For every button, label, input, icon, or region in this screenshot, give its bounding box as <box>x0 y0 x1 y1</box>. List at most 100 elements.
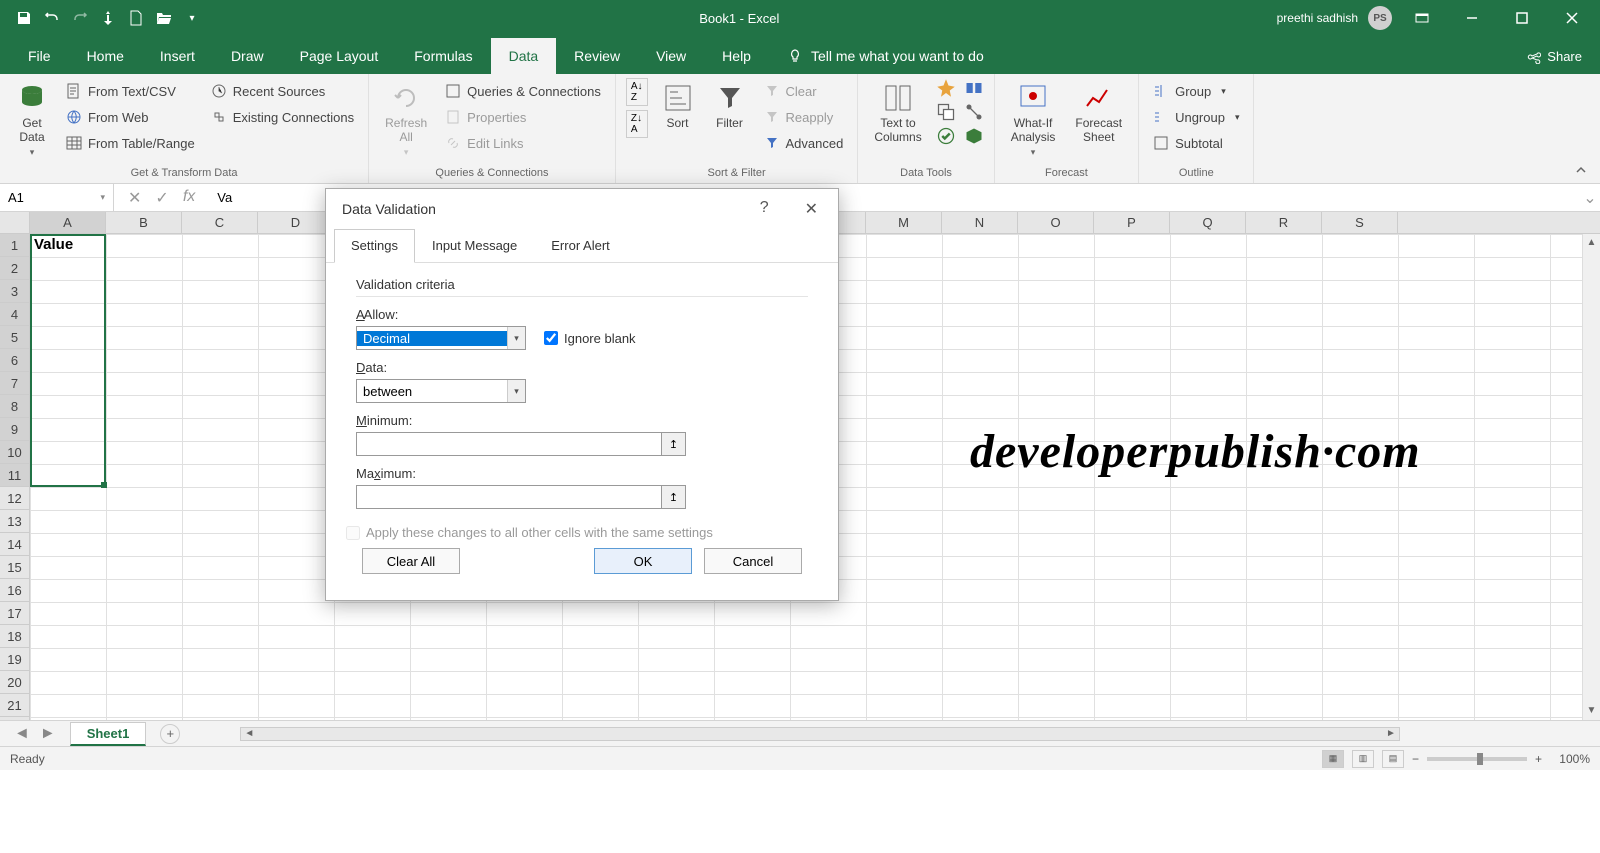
row-header[interactable]: 14 <box>0 533 29 556</box>
minimum-input[interactable] <box>357 433 661 455</box>
row-header[interactable]: 11 <box>0 464 29 487</box>
ignore-blank-checkbox[interactable]: Ignore blank <box>544 331 636 346</box>
zoom-in-button[interactable]: + <box>1535 752 1542 766</box>
next-sheet-button[interactable]: ► <box>40 725 56 743</box>
range-selector-button[interactable]: ↥ <box>661 433 685 455</box>
row-header[interactable]: 13 <box>0 510 29 533</box>
qat-customize-icon[interactable]: ▾ <box>182 8 202 28</box>
share-button[interactable]: Share <box>1509 39 1600 74</box>
fx-icon[interactable]: fx <box>183 188 195 208</box>
cancel-formula-icon[interactable]: ✕ <box>128 188 141 208</box>
tab-error-alert[interactable]: Error Alert <box>534 229 627 262</box>
scroll-down-button[interactable]: ▼ <box>1583 702 1600 720</box>
page-layout-view-button[interactable]: ▥ <box>1352 750 1374 768</box>
chevron-down-icon[interactable]: ▾ <box>507 380 525 402</box>
ungroup-button[interactable]: Ungroup▾ <box>1149 104 1243 130</box>
chevron-down-icon[interactable]: ▾ <box>507 327 525 349</box>
sort-button[interactable]: Sort <box>656 78 700 134</box>
recent-sources-button[interactable]: Recent Sources <box>207 78 358 104</box>
row-header[interactable]: 18 <box>0 625 29 648</box>
minimize-button[interactable] <box>1452 4 1492 32</box>
normal-view-button[interactable]: ▦ <box>1322 750 1344 768</box>
allow-dropdown[interactable]: Decimal ▾ <box>356 326 526 350</box>
text-to-columns-button[interactable]: Text to Columns <box>868 78 927 149</box>
row-header[interactable]: 15 <box>0 556 29 579</box>
user-name[interactable]: preethi sadhish <box>1277 11 1358 25</box>
refresh-all-button[interactable]: Refresh All ▾ <box>379 78 433 162</box>
row-header[interactable]: 1 <box>0 234 29 257</box>
manage-data-model-button[interactable] <box>964 126 984 146</box>
col-header[interactable]: D <box>258 212 334 233</box>
dialog-close-button[interactable]: ✕ <box>801 195 822 223</box>
row-header[interactable]: 5 <box>0 326 29 349</box>
zoom-level[interactable]: 100% <box>1550 752 1590 766</box>
zoom-slider[interactable] <box>1427 757 1527 761</box>
row-header[interactable]: 2 <box>0 257 29 280</box>
col-header[interactable]: Q <box>1170 212 1246 233</box>
enter-formula-icon[interactable]: ✓ <box>155 188 168 208</box>
tab-view[interactable]: View <box>638 38 704 74</box>
col-header[interactable]: A <box>30 212 106 233</box>
from-web-button[interactable]: From Web <box>62 104 199 130</box>
range-selector-button[interactable]: ↥ <box>661 486 685 508</box>
ribbon-display-icon[interactable] <box>1402 4 1442 32</box>
sheet-tab[interactable]: Sheet1 <box>70 722 147 746</box>
tab-insert[interactable]: Insert <box>142 38 213 74</box>
row-header[interactable]: 21 <box>0 694 29 717</box>
cancel-button[interactable]: Cancel <box>704 548 802 574</box>
properties-button[interactable]: Properties <box>441 104 605 130</box>
user-avatar[interactable]: PS <box>1368 6 1392 30</box>
edit-links-button[interactable]: Edit Links <box>441 130 605 156</box>
close-button[interactable] <box>1552 4 1592 32</box>
tab-draw[interactable]: Draw <box>213 38 282 74</box>
get-data-button[interactable]: Get Data ▾ <box>10 78 54 162</box>
col-header[interactable]: C <box>182 212 258 233</box>
what-if-button[interactable]: What-If Analysis ▾ <box>1005 78 1062 162</box>
from-text-csv-button[interactable]: From Text/CSV <box>62 78 199 104</box>
from-table-range-button[interactable]: From Table/Range <box>62 130 199 156</box>
row-header[interactable]: 4 <box>0 303 29 326</box>
zoom-out-button[interactable]: − <box>1412 752 1419 766</box>
tab-settings[interactable]: Settings <box>334 229 415 263</box>
row-header[interactable]: 8 <box>0 395 29 418</box>
data-validation-button[interactable] <box>936 126 956 146</box>
col-header[interactable]: M <box>866 212 942 233</box>
col-header[interactable]: B <box>106 212 182 233</box>
sort-desc-button[interactable]: Z↓A <box>626 110 648 138</box>
row-header[interactable]: 9 <box>0 418 29 441</box>
row-header[interactable]: 7 <box>0 372 29 395</box>
tab-file[interactable]: File <box>10 38 69 74</box>
remove-duplicates-button[interactable] <box>936 102 956 122</box>
maximize-button[interactable] <box>1502 4 1542 32</box>
flash-fill-button[interactable] <box>936 78 956 98</box>
group-button[interactable]: Group▾ <box>1149 78 1243 104</box>
col-header[interactable]: N <box>942 212 1018 233</box>
tab-home[interactable]: Home <box>69 38 142 74</box>
horizontal-scrollbar[interactable]: ◄ ► <box>240 727 1400 741</box>
clear-filter-button[interactable]: Clear <box>760 78 848 104</box>
existing-connections-button[interactable]: Existing Connections <box>207 104 358 130</box>
scroll-left-button[interactable]: ◄ <box>241 728 257 739</box>
tab-page-layout[interactable]: Page Layout <box>282 38 397 74</box>
touch-mode-icon[interactable] <box>98 8 118 28</box>
select-all-corner[interactable] <box>0 212 30 233</box>
row-header[interactable]: 10 <box>0 441 29 464</box>
advanced-filter-button[interactable]: Advanced <box>760 130 848 156</box>
cell-a1[interactable]: Value <box>30 234 106 257</box>
tab-help[interactable]: Help <box>704 38 769 74</box>
tab-input-message[interactable]: Input Message <box>415 229 534 262</box>
reapply-button[interactable]: Reapply <box>760 104 848 130</box>
filter-button[interactable]: Filter <box>708 78 752 134</box>
scroll-up-button[interactable]: ▲ <box>1583 234 1600 252</box>
scroll-right-button[interactable]: ► <box>1383 728 1399 739</box>
name-box[interactable]: A1 ▾ <box>0 184 114 211</box>
open-icon[interactable] <box>154 8 174 28</box>
add-sheet-button[interactable]: + <box>160 724 180 744</box>
tab-review[interactable]: Review <box>556 38 638 74</box>
redo-icon[interactable] <box>70 8 90 28</box>
row-header[interactable]: 6 <box>0 349 29 372</box>
tab-formulas[interactable]: Formulas <box>396 38 490 74</box>
dialog-help-button[interactable]: ? <box>756 195 773 223</box>
row-header[interactable]: 16 <box>0 579 29 602</box>
new-file-icon[interactable] <box>126 8 146 28</box>
